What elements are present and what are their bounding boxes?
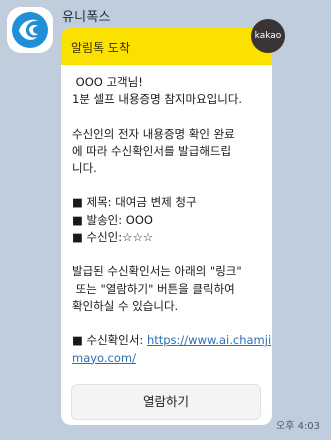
message-line: 발급된 수신확인서는 아래의 "링크" [72, 264, 242, 279]
cert-link-continued[interactable]: mayo.com/ [72, 351, 136, 365]
message-line: 확인하실 수 있습니다. [72, 298, 179, 313]
message-line: ■ 제목: 대여금 변제 청구 [72, 195, 197, 210]
message-line: 또는 "열람하기" 버튼을 클릭하여 [72, 281, 235, 296]
cert-link[interactable]: https://www.ai.chamji [147, 333, 271, 347]
message-header-title: 알림톡 도착 [71, 41, 131, 55]
kakao-badge: kakao [251, 19, 285, 53]
sender-avatar[interactable] [7, 7, 53, 53]
cert-line: ■ 수신확인서: https://www.ai.chamji [72, 332, 271, 349]
sender-name: 유니폭스 [62, 10, 111, 25]
cert-label: ■ 수신확인서: [72, 333, 147, 348]
message-line: 1분 셀프 내용증명 참지마요입니다. [72, 92, 243, 107]
open-button[interactable]: 열람하기 [71, 384, 261, 420]
message-timestamp: 오후 4:03 [276, 421, 321, 432]
message-bubble: 알림톡 도착 OOO 고객님! 1분 셀프 내용증명 참지마요입니다. 수신인의… [61, 28, 272, 425]
cert-line-continued: mayo.com/ [72, 350, 265, 367]
message-line: ■ 발송인: OOO [72, 212, 153, 227]
message-line: 니다. [72, 161, 97, 176]
message-line: OOO 고객님! [72, 75, 143, 89]
message-line: ■ 수신인:☆☆☆ [72, 230, 154, 245]
message-body: OOO 고객님! 1분 셀프 내용증명 참지마요입니다. 수신인의 전자 내용증… [72, 74, 271, 367]
message-line: 수신인의 전자 내용증명 확인 완료 [72, 126, 235, 141]
message-header: 알림톡 도착 [61, 28, 272, 65]
message-line: 에 따라 수신확인서를 발급해드립 [72, 143, 232, 158]
unipox-logo-icon [7, 7, 53, 53]
